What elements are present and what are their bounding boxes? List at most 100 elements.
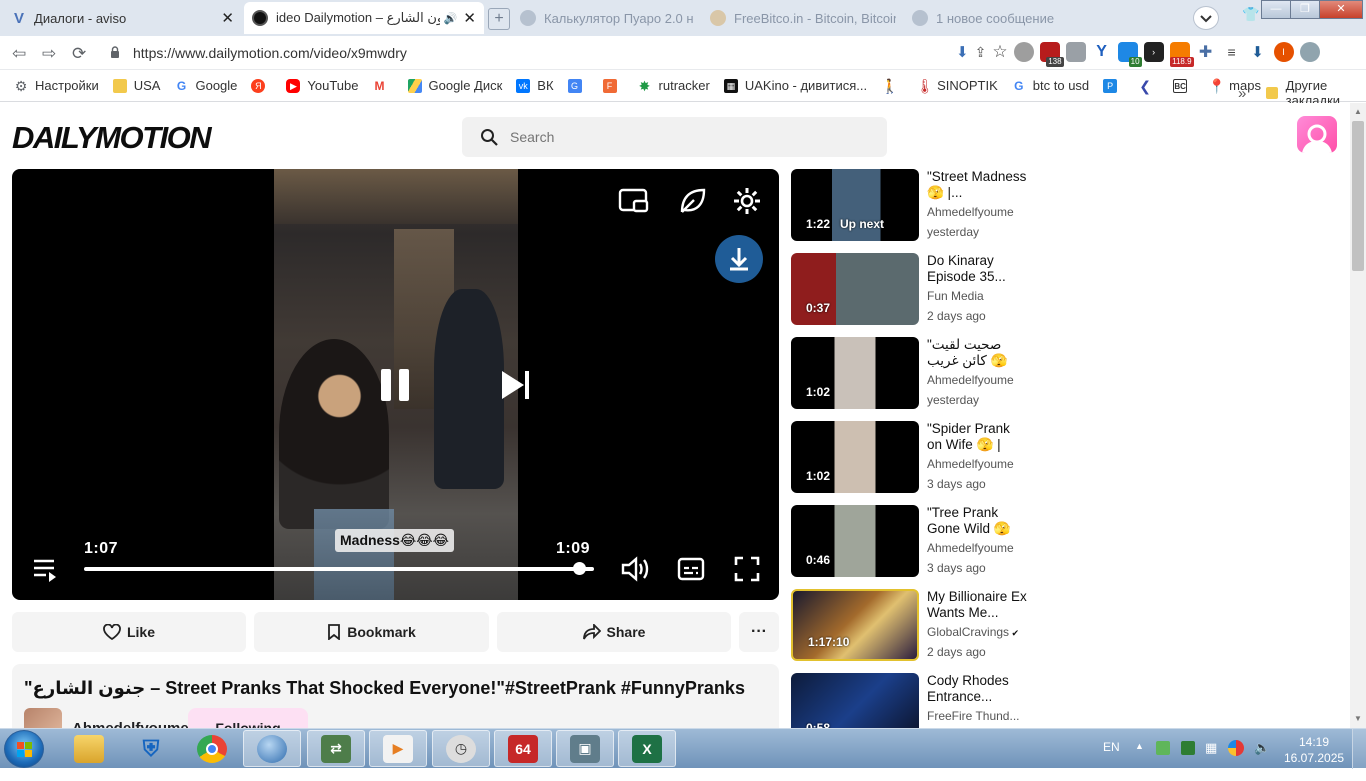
subtitles-icon[interactable] xyxy=(677,556,705,582)
taskbar-clock-app[interactable]: ◷ xyxy=(432,730,490,767)
taskbar-explorer[interactable] xyxy=(60,730,118,767)
bookmark-yandex[interactable]: Я xyxy=(251,78,272,93)
tab-dailymotion[interactable]: ideo Dailymotion – جنون الشارع" 🔊 ✕ xyxy=(244,2,484,34)
bookmark-arrow[interactable]: ❮ xyxy=(1138,79,1159,93)
video-thumbnail[interactable]: 1:17:10 xyxy=(791,589,919,661)
tab-search-button[interactable] xyxy=(1193,6,1219,30)
taskbar-network-app[interactable]: ▣ xyxy=(556,730,614,767)
tray-expand-icon[interactable]: ▲ xyxy=(1135,741,1144,781)
back-icon[interactable]: ⇦ xyxy=(12,44,26,64)
related-video-title[interactable]: "Tree Prank Gone Wild 🫣 |... xyxy=(927,505,1027,537)
close-window-button[interactable]: ✕ xyxy=(1319,0,1363,19)
tab-aviso[interactable]: V Диалоги - aviso ✕ xyxy=(6,2,242,34)
bookmark-sinoptik[interactable]: 🌡 SINOPTIK xyxy=(916,78,998,93)
related-video-channel[interactable]: Ahmedelfyoume xyxy=(927,205,1014,219)
related-video-title[interactable]: "Spider Prank on Wife 🫣 | رد... xyxy=(927,421,1027,453)
bookmark-vk[interactable]: vk ВК xyxy=(516,78,554,93)
dailymotion-logo[interactable]: DAILYMOTION xyxy=(12,120,212,156)
settings-ext-icon[interactable] xyxy=(1299,42,1320,62)
related-video-item[interactable]: 0:46 "Tree Prank Gone Wild 🫣 |... Ahmedelf… xyxy=(791,505,1031,577)
related-video-title[interactable]: Cody Rhodes Entrance... xyxy=(927,673,1027,705)
url-field[interactable]: https://www.dailymotion.com/video/x9mwdr… xyxy=(133,45,407,61)
user-avatar[interactable] xyxy=(1297,116,1337,153)
minimize-button[interactable]: — xyxy=(1261,0,1291,19)
taskbar-media-player[interactable]: ▶ xyxy=(369,730,427,767)
blue-ext-icon[interactable]: 10 xyxy=(1117,42,1142,67)
related-video-title[interactable]: "Street Madness 🫣 |... xyxy=(927,169,1027,201)
network-icon[interactable]: ▦ xyxy=(1205,740,1217,780)
tab-calculator[interactable]: Калькулятор Пуаро 2.0 на карт xyxy=(512,2,702,34)
bookmark-p[interactable]: P xyxy=(1103,78,1124,93)
tray-app-icon[interactable] xyxy=(1156,741,1170,755)
playlist-icon[interactable]: ≡ xyxy=(1221,42,1242,62)
video-thumbnail[interactable]: 0:37 xyxy=(791,253,919,325)
bookmark-gmail[interactable]: M xyxy=(372,78,394,93)
playlist-icon[interactable] xyxy=(32,557,58,583)
lock-icon[interactable] xyxy=(110,46,120,59)
bookmark-translate[interactable]: G xyxy=(567,78,589,93)
related-video-item[interactable]: 1:02 "Spider Prank on Wife 🫣 | رد... Ahmed… xyxy=(791,421,1031,493)
like-button[interactable]: Like xyxy=(12,612,246,652)
globe-ext-icon[interactable] xyxy=(1013,42,1034,62)
video-player[interactable]: Madness😂😂😂 1:07 1:09 xyxy=(12,169,779,600)
related-video-item[interactable]: 0:58 Cody Rhodes Entrance... FreeFire Thun… xyxy=(791,673,1031,728)
cast-icon[interactable] xyxy=(618,187,650,217)
taskbar-chrome[interactable] xyxy=(183,730,241,767)
video-thumbnail[interactable]: 0:58 xyxy=(791,673,919,728)
tab-freebitcoin[interactable]: FreeBitco.in - Bitcoin, Bitcoin xyxy=(702,2,904,34)
reload-icon[interactable]: ⟳ xyxy=(72,44,86,64)
theme-icon[interactable]: 👕 xyxy=(1242,6,1259,23)
page-scrollbar[interactable]: ▲ ▼ xyxy=(1350,103,1366,728)
progress-knob[interactable] xyxy=(572,562,586,575)
volume-icon[interactable] xyxy=(620,555,650,583)
taskbar-aida64[interactable]: 64 xyxy=(494,730,552,767)
channel-avatar[interactable] xyxy=(24,708,62,728)
calendar-ext-icon[interactable]: 138 xyxy=(1039,42,1064,67)
language-indicator[interactable]: EN xyxy=(1103,740,1120,780)
tab-messages[interactable]: 1 новое сообщение xyxy=(904,2,1104,34)
bookmark-btc[interactable]: Gbtc to usd xyxy=(1011,78,1089,93)
related-video-channel[interactable]: Ahmedelfyoume xyxy=(927,541,1014,555)
following-button[interactable]: Following xyxy=(188,708,308,728)
star-bookmark-icon[interactable]: ☆ xyxy=(992,42,1007,62)
bookmark-rutracker[interactable]: ✸ rutracker xyxy=(638,78,710,93)
account-ext-icon[interactable]: I xyxy=(1273,42,1294,62)
more-options-button[interactable]: ··· xyxy=(739,612,779,652)
related-video-title[interactable]: Do Kinaray Episode 35... xyxy=(927,253,1027,285)
progress-bar[interactable] xyxy=(84,567,594,571)
bookmark-f[interactable]: F xyxy=(602,78,624,93)
forward-icon[interactable]: ⇨ xyxy=(42,44,56,64)
video-thumbnail[interactable]: 1:02 xyxy=(791,421,919,493)
leaf-eco-icon[interactable] xyxy=(677,186,707,216)
related-video-channel[interactable]: FreeFire Thund... xyxy=(927,709,1019,723)
share-button[interactable]: Share xyxy=(497,612,731,652)
close-tab-icon[interactable]: ✕ xyxy=(221,9,234,27)
search-bar[interactable] xyxy=(462,117,887,157)
gear-icon[interactable] xyxy=(732,186,762,216)
related-video-title[interactable]: My Billionaire Ex Wants Me... xyxy=(927,589,1027,621)
speaker-icon[interactable]: 🔈 xyxy=(1254,740,1270,780)
y-ext-icon[interactable]: Y xyxy=(1091,42,1112,62)
download-page-icon[interactable]: ⬇ xyxy=(956,43,969,61)
related-video-channel[interactable]: Ahmedelfyoume xyxy=(927,373,1014,387)
fullscreen-icon[interactable] xyxy=(733,555,761,583)
share-page-icon[interactable]: ⇪ xyxy=(975,44,987,61)
more-bookmarks-button[interactable]: » xyxy=(1238,85,1246,102)
taskbar-shield[interactable]: ⛨ xyxy=(122,730,180,767)
pause-icon[interactable] xyxy=(378,367,414,403)
bookmark-walker[interactable]: 🚶 xyxy=(881,79,902,93)
bookmark-youtube[interactable]: ▶ YouTube xyxy=(286,78,359,93)
bookmark-google[interactable]: G Google xyxy=(174,78,237,93)
system-clock[interactable]: 14:19 16.07.2025 xyxy=(1284,734,1344,766)
related-video-item[interactable]: 1:22 Up next "Street Madness 🫣 |... Ahmedel… xyxy=(791,169,1031,241)
scrollbar-thumb[interactable] xyxy=(1352,121,1364,271)
taskbar-excel[interactable]: X xyxy=(618,730,676,767)
related-video-title[interactable]: "صحيت لقيت كائن غريب 🫣 Wake... xyxy=(927,337,1027,369)
related-video-channel[interactable]: GlobalCravings ✔ xyxy=(927,625,1019,639)
video-thumbnail[interactable]: 1:22 Up next xyxy=(791,169,919,241)
related-video-channel[interactable]: Fun Media xyxy=(927,289,984,303)
start-button[interactable] xyxy=(4,730,44,768)
coin-ext-icon[interactable]: 118.9 xyxy=(1169,42,1194,67)
scroll-down-icon[interactable]: ▼ xyxy=(1354,714,1362,723)
related-video-item[interactable]: 1:17:10 My Billionaire Ex Wants Me... Glob… xyxy=(791,589,1031,661)
